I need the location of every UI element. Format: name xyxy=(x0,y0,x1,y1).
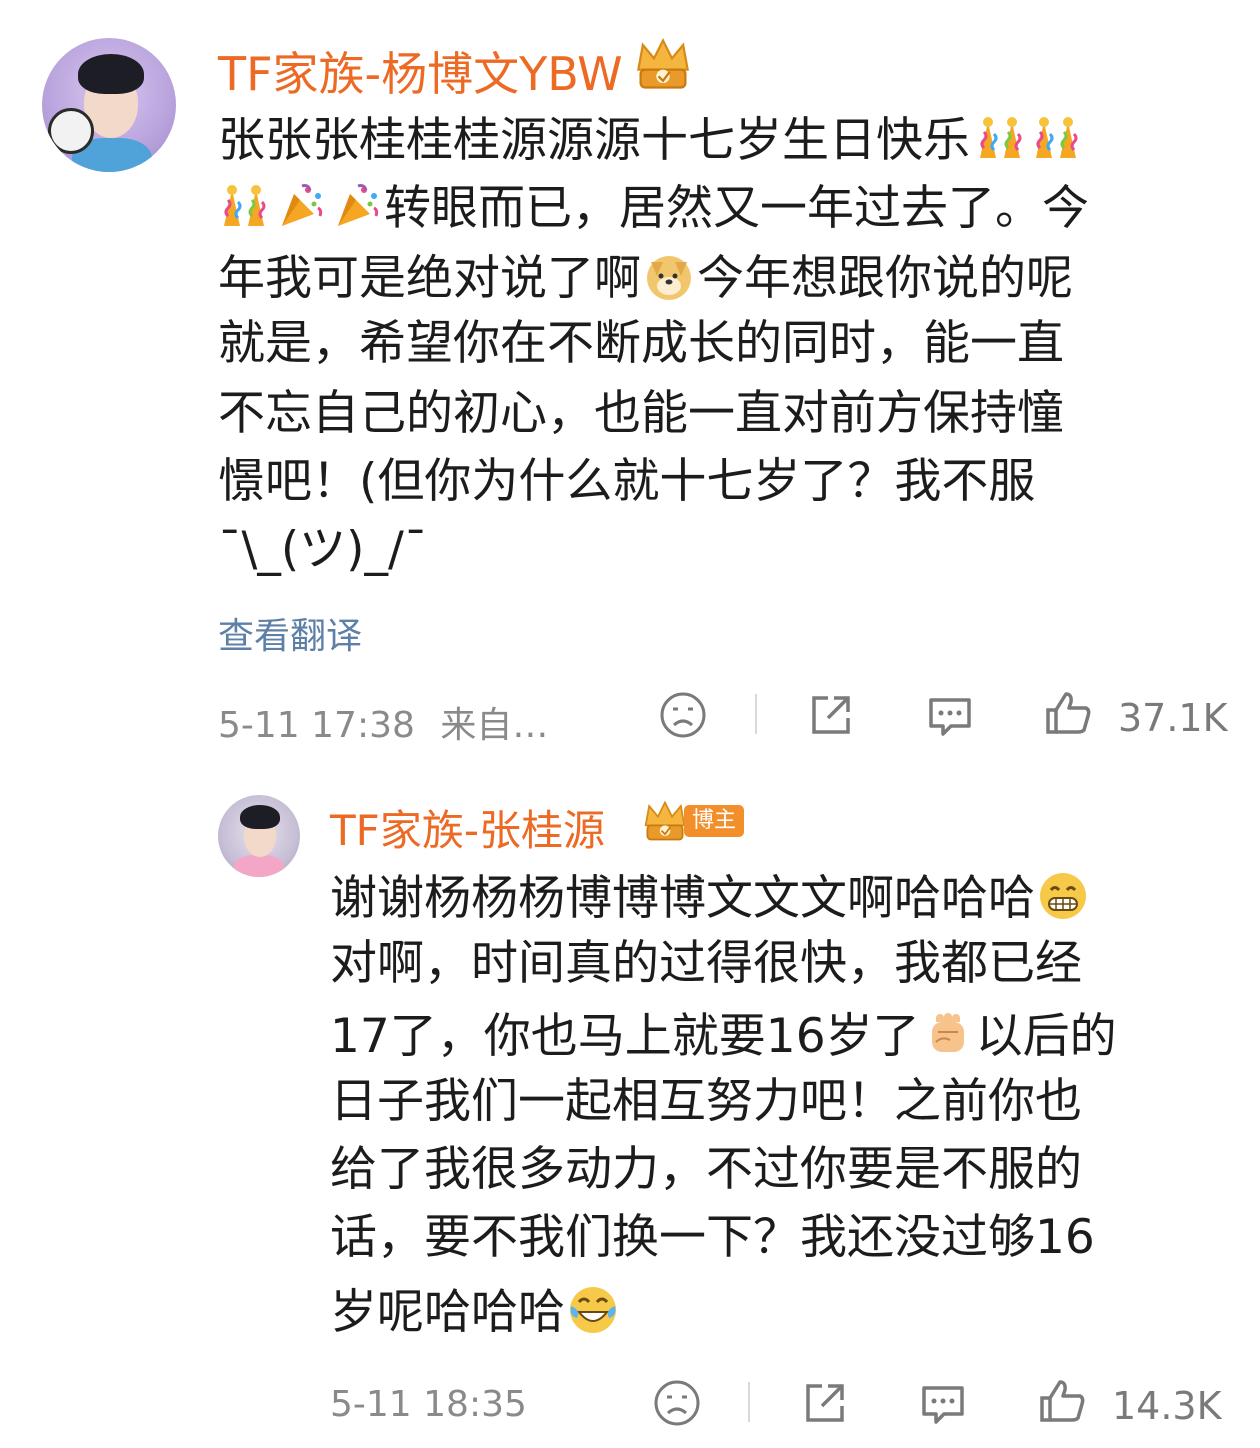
user-avatar[interactable] xyxy=(218,795,300,877)
avatar-plush-toy xyxy=(48,108,94,154)
grin-icon xyxy=(1038,871,1088,921)
doge-icon xyxy=(647,256,691,300)
comment-text-line: 张张张桂桂桂源源源十七岁生日快乐 xyxy=(218,112,1084,164)
username[interactable]: TF家族-张桂源 xyxy=(330,797,605,858)
reply-text-line: 岁呢哈哈哈 xyxy=(330,1284,621,1336)
user-avatar[interactable] xyxy=(42,38,176,172)
reply-text-line: 17了，你也马上就要16岁了 以后的 xyxy=(330,1009,1117,1064)
avatar-hair xyxy=(78,54,144,94)
comment-meta: 5-11 17:38 来自… xyxy=(218,696,548,748)
party-popper-icon xyxy=(336,184,379,228)
dislike-face-icon[interactable] xyxy=(658,690,708,740)
reply-text-line: 日子我们一起相互努力吧！之前你也 xyxy=(330,1074,1082,1129)
view-translation-link[interactable]: 查看翻译 xyxy=(218,607,362,659)
share-icon[interactable] xyxy=(800,1378,850,1428)
comment-text-line: 转眼而已，居然又一年过去了。今 xyxy=(218,180,1089,232)
reply-text-line: 对啊，时间真的过得很快，我都已经 xyxy=(330,936,1082,991)
username[interactable]: TF家族-杨博文YBW xyxy=(218,38,623,104)
comment-text-line: 就是，希望你在不断成长的同时，能一直 xyxy=(218,316,1064,371)
comment-text-line: ¯\_(ツ)_/¯ xyxy=(218,522,428,577)
like-count: 14.3K xyxy=(1112,1384,1222,1428)
thumbs-up-icon[interactable] xyxy=(1044,688,1094,738)
timestamp: 5-11 18:35 xyxy=(330,1384,527,1425)
thumbs-up-icon[interactable] xyxy=(1038,1376,1088,1426)
comment-icon[interactable] xyxy=(925,690,975,740)
reply-text-line: 谢谢杨杨杨博博博文文文啊哈哈哈 xyxy=(330,870,1091,922)
author-badge-label: 博主 xyxy=(684,805,745,837)
author-badge: 博主 xyxy=(640,801,745,841)
crown-badge-icon xyxy=(644,801,686,841)
like-count: 37.1K xyxy=(1118,696,1228,740)
comment-text-line: 不忘自己的初心，也能一直对前方保持憧 xyxy=(218,386,1064,441)
source[interactable]: 来自… xyxy=(440,705,548,746)
fist-icon xyxy=(930,1012,965,1053)
party-popper-icon xyxy=(280,184,323,228)
comment-icon[interactable] xyxy=(918,1378,968,1428)
timestamp: 5-11 17:38 xyxy=(218,705,415,746)
divider xyxy=(748,1382,750,1422)
confetti-ball-icon xyxy=(978,115,1022,160)
reply-text-line: 话，要不我们换一下？我还没过够16 xyxy=(330,1210,1095,1265)
confetti-ball-icon xyxy=(1034,115,1078,160)
divider xyxy=(755,694,757,734)
comment-text-line: 憬吧！(但你为什么就十七岁了？我不服 xyxy=(218,454,1036,509)
laughing-tears-icon xyxy=(568,1285,618,1335)
reply-text-line: 给了我很多动力，不过你要是不服的 xyxy=(330,1142,1082,1197)
confetti-ball-icon xyxy=(222,183,266,228)
dislike-face-icon[interactable] xyxy=(652,1378,702,1428)
crown-badge-icon xyxy=(637,39,689,89)
avatar-shirt xyxy=(234,855,284,877)
avatar-hair xyxy=(240,805,280,829)
share-icon[interactable] xyxy=(806,690,856,740)
comment-text-line: 年我可是绝对说了啊 今年想跟你说的呢 xyxy=(218,251,1073,306)
